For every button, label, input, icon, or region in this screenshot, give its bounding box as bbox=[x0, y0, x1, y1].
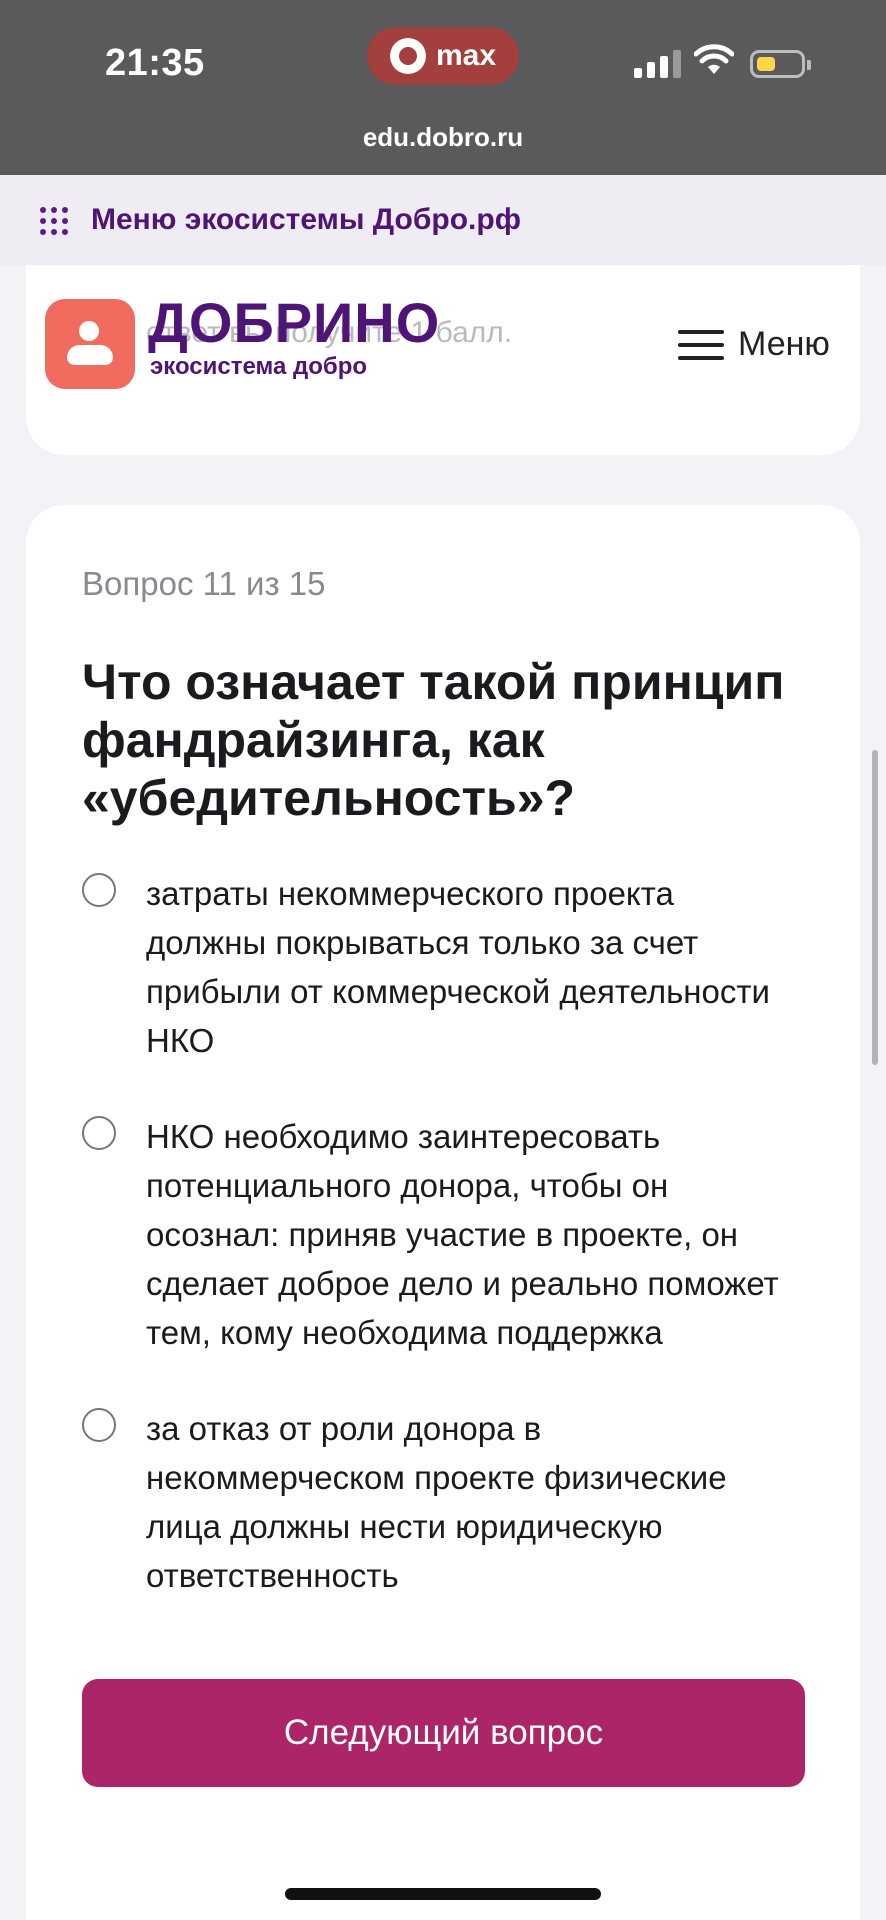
wifi-icon bbox=[694, 44, 734, 74]
grid-dots-icon bbox=[40, 207, 68, 235]
radio-button[interactable] bbox=[82, 873, 116, 907]
brand-subtitle-bold: добро bbox=[292, 353, 368, 380]
max-app-label: max bbox=[435, 39, 497, 72]
menu-label: Меню bbox=[738, 325, 830, 363]
answer-option-label: затраты некоммерческого проекта должны п… bbox=[146, 875, 770, 1059]
answer-option-1[interactable]: затраты некоммерческого проекта должны п… bbox=[82, 869, 802, 1065]
hamburger-icon bbox=[678, 329, 724, 360]
question-title: Что означает такой принцип фандрайзинга,… bbox=[82, 654, 785, 826]
status-bar: 21:35 max edu.dobro.ru bbox=[0, 0, 886, 175]
answer-option-2[interactable]: НКО необходимо заинтересовать потенциаль… bbox=[82, 1112, 802, 1357]
answer-option-label: НКО необходимо заинтересовать потенциаль… bbox=[146, 1118, 779, 1351]
home-indicator[interactable] bbox=[285, 1888, 601, 1900]
radio-button[interactable] bbox=[82, 1116, 116, 1150]
answer-option-label: за отказ от роли донора в некоммерческом… bbox=[146, 1410, 727, 1594]
next-question-button[interactable]: Следующий вопрос bbox=[82, 1679, 805, 1787]
max-app-pill[interactable]: max bbox=[367, 27, 519, 85]
radio-button[interactable] bbox=[82, 1408, 116, 1442]
max-logo-icon bbox=[389, 38, 426, 74]
menu-button[interactable]: Меню bbox=[678, 325, 830, 364]
page-content[interactable]: ответ вы получите 1 балл. ДОБРИНО экосис… bbox=[0, 265, 886, 1920]
brand-name[interactable]: ДОБРИНО bbox=[148, 293, 440, 353]
dobrino-logo-icon[interactable] bbox=[45, 299, 135, 389]
brand-subtitle: экосистема добро bbox=[150, 353, 367, 381]
battery-level bbox=[757, 57, 775, 71]
page-scrollbar[interactable] bbox=[872, 750, 878, 1065]
question-card: Вопрос 11 из 15 Что означает такой принц… bbox=[26, 505, 860, 1920]
status-time: 21:35 bbox=[105, 42, 205, 84]
browser-url[interactable]: edu.dobro.ru bbox=[0, 122, 886, 153]
cellular-signal-icon bbox=[634, 50, 681, 78]
question-counter: Вопрос 11 из 15 bbox=[82, 565, 326, 602]
battery-icon bbox=[750, 50, 811, 78]
ecosystem-menu-bar[interactable]: Меню экосистемы Добро.рф bbox=[0, 175, 886, 265]
brand-subtitle-prefix: экосистема bbox=[150, 353, 293, 380]
ecosystem-menu-label: Меню экосистемы Добро.рф bbox=[91, 203, 521, 236]
answer-option-3[interactable]: за отказ от роли донора в некоммерческом… bbox=[82, 1404, 802, 1600]
site-header: ДОБРИНО экосистема добро Меню bbox=[0, 265, 886, 395]
